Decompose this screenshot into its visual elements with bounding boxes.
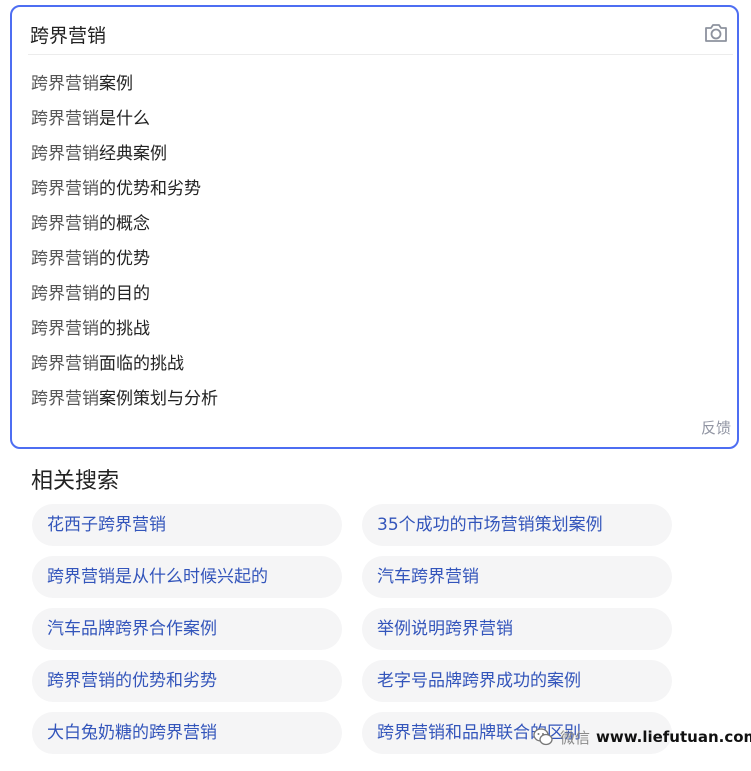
camera-icon[interactable] [702,19,730,47]
suggestion-list: 跨界营销案例 跨界营销是什么 跨界营销经典案例 跨界营销的优势和劣势 跨界营销的概念 跨界… [12,67,737,417]
input-divider [28,54,733,55]
suggestion-base-text: 跨界营销 [31,214,99,234]
suggestion-item[interactable]: 跨界营销的优势和劣势 [12,172,737,207]
suggestion-base-text: 跨界营销 [31,284,99,304]
suggestion-completion-text: 的挑战 [99,319,150,339]
suggestion-completion-text: 的目的 [99,284,150,304]
related-search-chip[interactable]: 跨界营销是从什么时候兴起的 [32,556,342,598]
related-search-chip[interactable]: 老字号品牌跨界成功的案例 [362,660,672,702]
suggestion-item[interactable]: 跨界营销面临的挑战 [12,347,737,382]
wechat-icon [533,728,553,746]
suggestion-base-text: 跨界营销 [31,319,99,339]
suggestion-completion-text: 的概念 [99,214,150,234]
suggestion-base-text: 跨界营销 [31,389,99,409]
suggestion-item[interactable]: 跨界营销是什么 [12,102,737,137]
watermark: 微信 www.liefutuan.com [532,724,751,750]
related-search-chip[interactable]: 35个成功的市场营销策划案例 [362,504,672,546]
suggestion-completion-text: 案例策划与分析 [99,389,218,409]
watermark-prefix: 微信 [560,728,591,747]
suggestion-item[interactable]: 跨界营销的优势 [12,242,737,277]
suggestion-completion-text: 的优势 [99,249,150,269]
related-search-chip[interactable]: 汽车品牌跨界合作案例 [32,608,342,650]
suggestion-base-text: 跨界营销 [31,354,99,374]
related-searches-title: 相关搜索 [31,469,120,494]
related-search-chip[interactable]: 花西子跨界营销 [32,504,342,546]
suggestion-base-text: 跨界营销 [31,109,99,129]
suggestion-item[interactable]: 跨界营销案例策划与分析 [12,382,737,417]
suggestion-base-text: 跨界营销 [31,144,99,164]
suggestion-completion-text: 的优势和劣势 [99,179,201,199]
search-box: 跨界营销案例跨界营销是什么跨界营销经典案例跨界营销的优势和劣势跨界营销的概念跨界… [10,5,739,449]
suggestion-item[interactable]: 跨界营销的目的 [12,277,737,312]
suggestion-completion-text: 经典案例 [99,144,167,164]
suggestion-completion-text: 案例 [99,74,133,94]
suggestion-completion-text: 面临的挑战 [99,354,184,374]
suggestion-base-text: 跨界营销 [31,74,99,94]
suggestion-base-text: 跨界营销 [31,179,99,199]
suggestion-base-text: 跨界营销 [31,249,99,269]
suggestion-item[interactable]: 跨界营销案例 [12,67,737,102]
suggestion-completion-text: 是什么 [99,109,150,129]
related-search-chip[interactable]: 汽车跨界营销 [362,556,672,598]
feedback-link[interactable]: 反馈 [701,417,731,438]
suggestion-item[interactable]: 跨界营销经典案例 [12,137,737,172]
page: 跨界营销案例跨界营销是什么跨界营销经典案例跨界营销的优势和劣势跨界营销的概念跨界… [0,0,751,771]
suggestion-item[interactable]: 跨界营销的概念 [12,207,737,242]
related-search-chip[interactable]: 跨界营销的优势和劣势 [32,660,342,702]
related-search-chip[interactable]: 举例说明跨界营销 [362,608,672,650]
search-input[interactable] [30,19,670,49]
related-search-chip[interactable]: 大白兔奶糖的跨界营销 [32,712,342,754]
watermark-site: www.liefutuan.com [596,728,751,746]
suggestion-item[interactable]: 跨界营销的挑战 [12,312,737,347]
